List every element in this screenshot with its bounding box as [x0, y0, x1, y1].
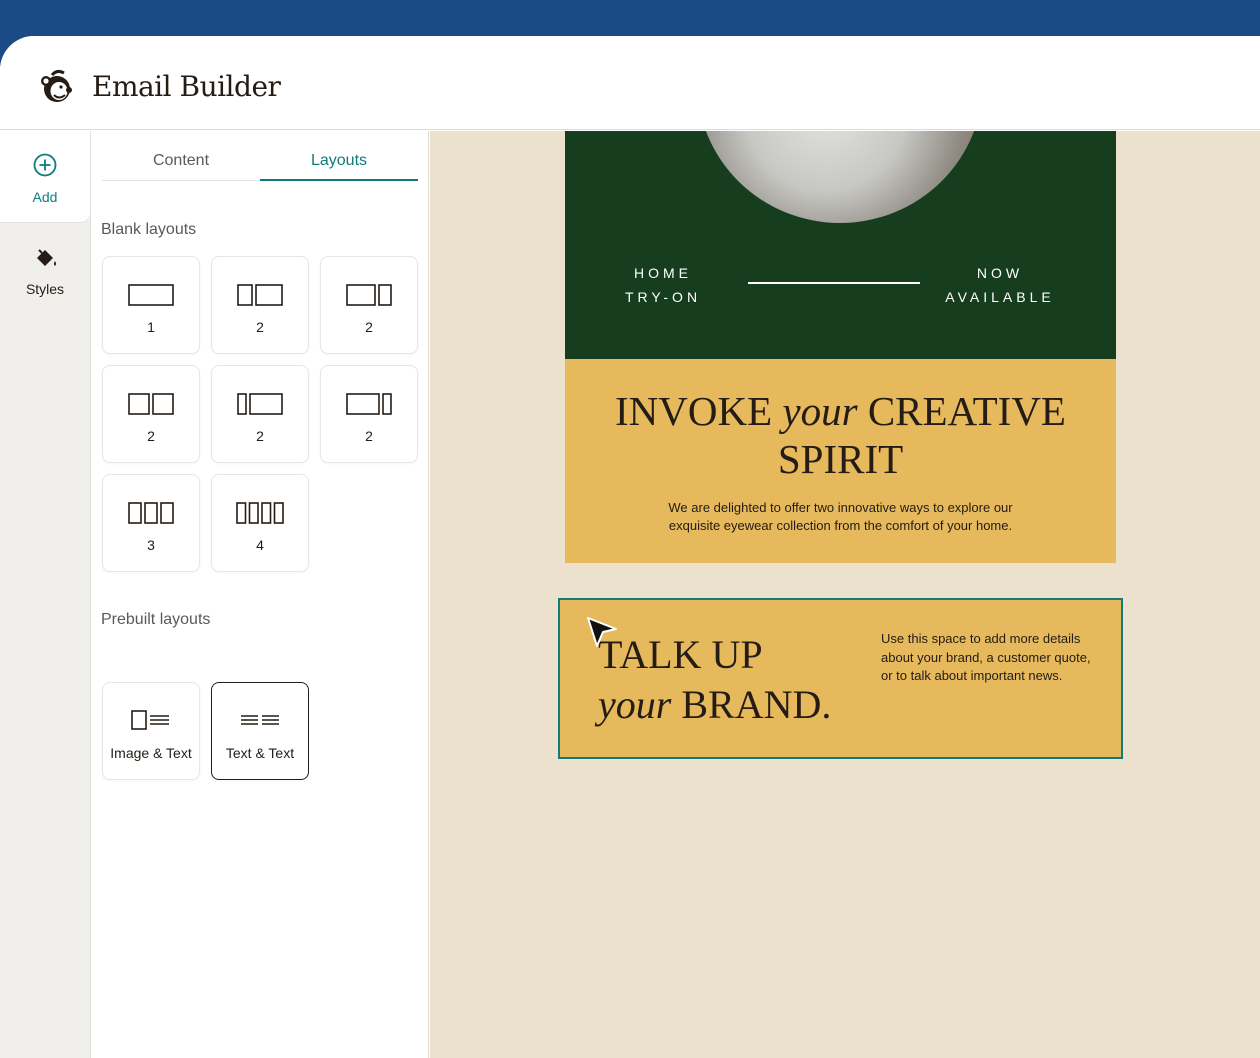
layout-tile-3-column[interactable]: 3	[102, 474, 200, 572]
email-canvas: HOME TRY-ON NOW AVAILABLE INVOKE your CR…	[430, 131, 1260, 1058]
tab-layouts[interactable]: Layouts	[260, 131, 418, 181]
one-column-layout-icon	[128, 284, 174, 306]
three-column-layout-icon	[128, 502, 174, 524]
text-text-layout-icon	[241, 715, 279, 725]
hero-left-line-1: HOME	[634, 265, 692, 281]
intro-headline: INVOKE your CREATIVE SPIRIT	[565, 387, 1116, 483]
layout-tile-label: 1	[147, 319, 155, 335]
block-heading: TALK UP your BRAND.	[598, 630, 878, 730]
layout-tile-1-column[interactable]: 1	[102, 256, 200, 354]
layout-tile-label: Image & Text	[110, 745, 192, 761]
hero-divider	[748, 282, 920, 284]
layout-tile-image-text[interactable]: Image & Text	[102, 682, 200, 780]
app-window: Email Builder Add Styles Content Layouts…	[0, 36, 1260, 1058]
headline-word: INVOKE	[615, 388, 773, 434]
layout-tile-label: 4	[256, 537, 264, 553]
hero-right-text: NOW AVAILABLE	[935, 261, 1065, 309]
block-heading-word: BRAND.	[681, 682, 832, 727]
layout-tile-2-equal[interactable]: 2	[211, 256, 309, 354]
layout-tile-text-text[interactable]: Text & Text	[211, 682, 309, 780]
two-column-equal-layout-icon	[237, 284, 283, 306]
top-bar: Email Builder	[0, 36, 1260, 130]
rail-styles-button[interactable]: Styles	[0, 223, 90, 323]
hero-photo	[697, 131, 983, 223]
mouse-cursor-icon	[587, 617, 617, 647]
hero-right-line-2: AVAILABLE	[945, 289, 1055, 305]
intro-body: We are delighted to offer two innovative…	[625, 499, 1056, 535]
layout-tile-label: 2	[365, 428, 373, 444]
layout-tile-4-column[interactable]: 4	[211, 474, 309, 572]
two-column-equal-layout-icon	[128, 393, 174, 415]
layouts-panel: Content Layouts Blank layouts 1 2 2 2 2 …	[91, 131, 429, 1058]
intro-body-line-2: exquisite eyewear collection from the co…	[668, 518, 1013, 533]
layout-tile-label: 2	[256, 319, 264, 335]
layout-tile-2-wide-left[interactable]: 2	[320, 256, 418, 354]
two-column-narrow-left-layout-icon	[237, 393, 283, 415]
two-column-narrow-right-layout-icon	[346, 393, 392, 415]
left-rail: Add Styles	[0, 131, 91, 1058]
hero-left-line-2: TRY-ON	[624, 289, 702, 305]
layout-tile-label: 2	[365, 319, 373, 335]
headline-word: SPIRIT	[777, 436, 904, 482]
layout-tile-label: 3	[147, 537, 155, 553]
rail-styles-label: Styles	[25, 281, 65, 297]
headline-italic-word: your	[782, 388, 858, 434]
block-heading-line-1: TALK UP	[598, 632, 763, 677]
block-heading-italic-word: your	[598, 682, 672, 727]
email-intro-section[interactable]: INVOKE your CREATIVE SPIRIT We are delig…	[565, 359, 1116, 563]
app-title: Email Builder	[92, 70, 281, 103]
paint-bucket-icon	[37, 249, 56, 266]
email-hero-section[interactable]: HOME TRY-ON NOW AVAILABLE	[565, 131, 1116, 359]
rail-add-button[interactable]: Add	[0, 131, 90, 223]
layout-tile-2-narrow-left[interactable]: 2	[211, 365, 309, 463]
plus-circle-icon	[33, 153, 57, 177]
rail-add-label: Add	[32, 189, 58, 205]
block-body: Use this space to add more details about…	[881, 631, 1091, 683]
layout-tile-label: 2	[147, 428, 155, 444]
layout-tile-2-narrow-right[interactable]: 2	[320, 365, 418, 463]
image-text-layout-icon	[131, 710, 169, 730]
hero-left-text: HOME TRY-ON	[605, 261, 721, 309]
mailchimp-logo-icon	[41, 69, 72, 102]
blank-layouts-heading: Blank layouts	[101, 221, 197, 238]
layout-tile-label: Text & Text	[225, 745, 295, 761]
four-column-layout-icon	[236, 502, 284, 524]
headline-word: CREATIVE	[867, 388, 1066, 434]
tab-content[interactable]: Content	[102, 131, 260, 181]
intro-body-line-1: We are delighted to offer two innovative…	[668, 500, 1013, 515]
hero-right-line-1: NOW	[976, 265, 1024, 281]
layout-tile-2-equal-b[interactable]: 2	[102, 365, 200, 463]
selected-text-text-block[interactable]: TALK UP your BRAND. Use this space to ad…	[558, 598, 1123, 759]
layout-tile-label: 2	[256, 428, 264, 444]
prebuilt-layouts-heading: Prebuilt layouts	[101, 611, 211, 628]
panel-tabs: Content Layouts	[102, 131, 418, 181]
two-column-wide-left-layout-icon	[346, 284, 392, 306]
